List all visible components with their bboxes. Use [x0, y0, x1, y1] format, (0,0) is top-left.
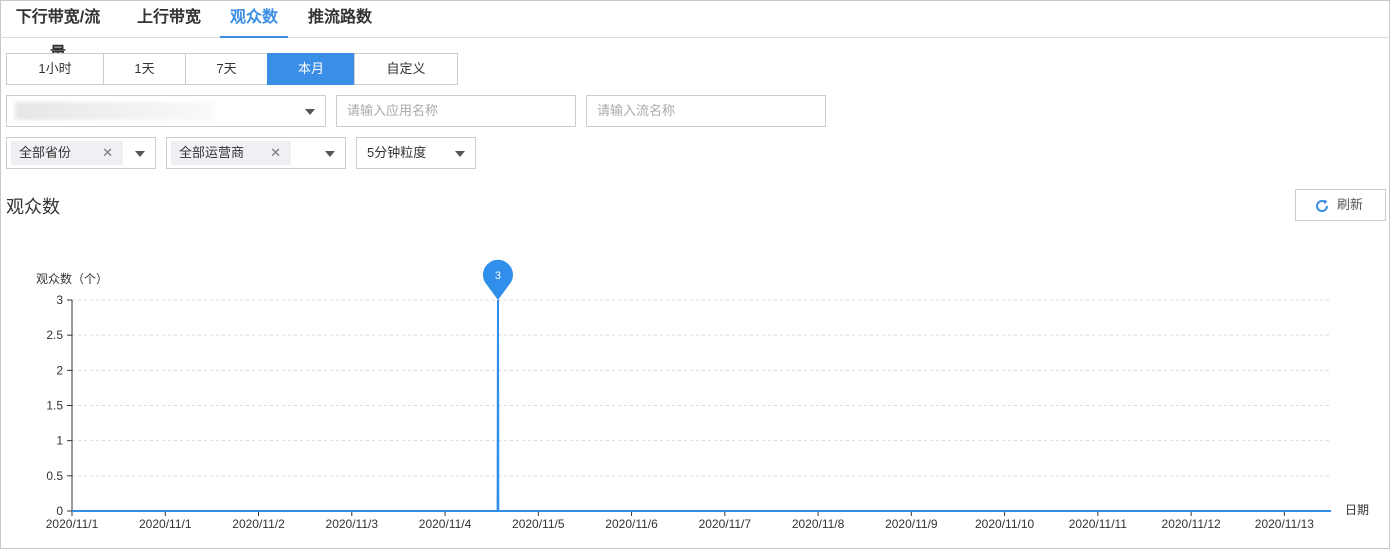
granularity-select[interactable]: 5分钟粒度 — [356, 137, 476, 169]
x-axis-label: 日期 — [1345, 503, 1369, 517]
chevron-down-icon — [455, 151, 465, 157]
x-tick-label: 2020/11/6 — [605, 517, 658, 531]
y-tick-label: 0.5 — [46, 469, 63, 483]
x-tick-label: 2020/11/1 — [46, 517, 99, 531]
x-tick-label: 2020/11/13 — [1255, 517, 1314, 531]
time-range-1h[interactable]: 1小时 — [6, 53, 104, 85]
x-tick-label: 2020/11/1 — [139, 517, 192, 531]
chevron-down-icon — [135, 151, 145, 157]
x-tick-label: 2020/11/7 — [699, 517, 752, 531]
province-tag: 全部省份 ✕ — [11, 141, 123, 165]
province-tag-label: 全部省份 — [19, 145, 72, 160]
y-axis-label: 观众数（个） — [36, 271, 108, 286]
section-title: 观众数 — [6, 197, 60, 217]
x-tick-label: 2020/11/4 — [419, 517, 472, 531]
x-tick-label: 2020/11/9 — [885, 517, 938, 531]
chevron-down-icon — [325, 151, 335, 157]
x-tick-label: 2020/11/8 — [792, 517, 845, 531]
tab-downlink-bandwidth[interactable]: 下行带宽/流量 — [8, 0, 108, 62]
isp-clear-icon[interactable]: ✕ — [270, 141, 281, 165]
refresh-icon — [1316, 199, 1329, 212]
tab-bar: 下行带宽/流量 上行带宽 观众数 推流路数 — [0, 0, 1390, 62]
domain-select[interactable] — [6, 95, 326, 127]
tab-uplink-bandwidth[interactable]: 上行带宽 — [130, 0, 208, 38]
y-tick-label: 1 — [56, 434, 63, 448]
redacted-domain-value — [15, 102, 215, 120]
app-name-input[interactable]: 请输入应用名称 — [336, 95, 576, 127]
tab-viewers[interactable]: 观众数 — [220, 0, 288, 38]
refresh-label: 刷新 — [1337, 197, 1364, 212]
x-tick-label: 2020/11/5 — [512, 517, 565, 531]
province-select[interactable]: 全部省份 ✕ — [6, 137, 156, 169]
x-tick-label: 2020/11/12 — [1162, 517, 1221, 531]
time-range-7d[interactable]: 7天 — [185, 53, 268, 85]
chevron-down-icon — [305, 109, 315, 115]
y-tick-label: 3 — [56, 293, 63, 307]
viewers-chart: 观众数（个） 日期 32.521.510.50 2020/11/1 2020/11… — [36, 259, 1369, 531]
y-tick-label: 2 — [56, 363, 63, 377]
y-tick-label: 0 — [56, 504, 63, 518]
chart-grid — [72, 299, 1331, 477]
refresh-button[interactable]: 刷新 — [1295, 189, 1386, 221]
y-axis: 3 2.5 2 1.5 1 0.5 0 — [46, 293, 73, 518]
time-range-custom[interactable]: 自定义 — [354, 53, 458, 85]
y-tick-label: 1.5 — [46, 399, 63, 413]
x-axis: 2020/11/1 2020/11/1 2020/11/2 2020/11/3 2020… — [46, 510, 1331, 531]
province-clear-icon[interactable]: ✕ — [102, 141, 113, 165]
time-range-1d[interactable]: 1天 — [103, 53, 186, 85]
x-tick-label: 2020/11/11 — [1069, 517, 1128, 531]
stream-name-input[interactable]: 请输入流名称 — [586, 95, 826, 127]
y-tick-label: 2.5 — [46, 328, 63, 342]
time-range-this-month[interactable]: 本月 — [267, 53, 355, 85]
isp-tag: 全部运营商 ✕ — [171, 141, 291, 165]
isp-tag-label: 全部运营商 — [179, 145, 245, 160]
x-tick-label: 2020/11/3 — [326, 517, 379, 531]
x-tick-label: 2020/11/10 — [975, 517, 1034, 531]
tab-push-streams[interactable]: 推流路数 — [300, 0, 380, 38]
isp-select[interactable]: 全部运营商 ✕ — [166, 137, 346, 169]
x-tick-label: 2020/11/2 — [232, 517, 285, 531]
time-range-selector: 1小时 1天 7天 本月 自定义 — [6, 53, 458, 85]
chart-max-marker: 3 — [482, 259, 513, 300]
granularity-value: 5分钟粒度 — [367, 145, 427, 160]
max-marker-label: 3 — [495, 270, 501, 282]
